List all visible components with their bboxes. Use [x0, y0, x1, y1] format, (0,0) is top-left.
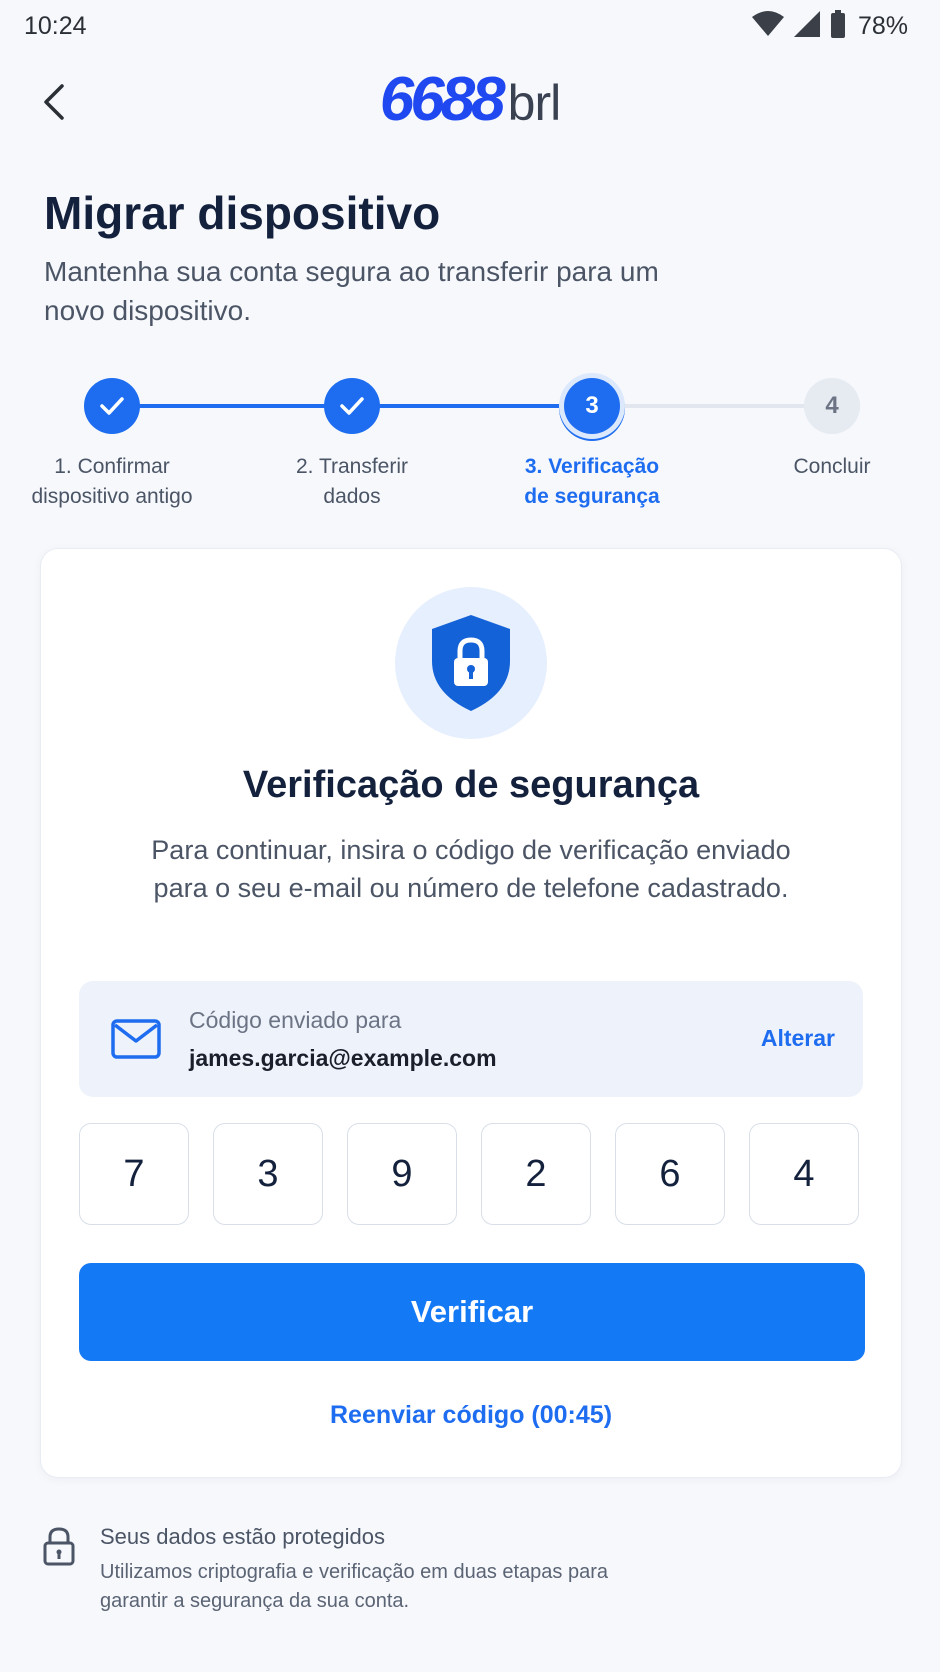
shield-lock-icon: [432, 615, 510, 711]
sent-to-label: Código enviado para: [189, 1007, 402, 1033]
check-icon: [100, 397, 124, 415]
logo-suffix: brl: [507, 75, 562, 131]
page-title: Migrar dispositivo: [44, 187, 441, 239]
code-digit-2[interactable]: 3: [213, 1123, 323, 1225]
step-2-label: 2. Transferir dados: [295, 455, 409, 508]
status-time: 10:24: [24, 12, 87, 40]
card-description: Para continuar, insira o código de verif…: [151, 835, 791, 903]
code-digit-6[interactable]: 4: [749, 1123, 859, 1225]
signal-icon: [793, 11, 820, 42]
battery-icon: [830, 10, 846, 43]
security-note-text: Utilizamos criptografia e verificação em…: [100, 1561, 609, 1612]
step-1-label: 1. Confirmar dispositivo antigo: [31, 455, 193, 508]
progress-stepper: 1. Confirmar dispositivo antigo 2. Trans…: [0, 370, 940, 510]
shield-badge: [395, 587, 547, 739]
verification-code-inputs: 7 3 9 2 6 4: [79, 1123, 865, 1227]
step-1-marker: [84, 378, 140, 434]
status-icons: 78%: [751, 10, 908, 43]
step-complete: 4 Concluir: [702, 370, 940, 482]
resend-code-link[interactable]: Reenviar código (00:45): [41, 1401, 901, 1430]
sent-to-email: james.garcia@example.com: [189, 1045, 497, 1071]
security-note-title: Seus dados estão protegidos: [100, 1524, 385, 1549]
verification-card: Verificação de segurança Para continuar,…: [40, 548, 902, 1478]
lock-icon: [43, 1527, 75, 1566]
step-transfer-data: 2. Transferir dados: [222, 370, 482, 512]
mail-icon: [111, 1019, 161, 1059]
code-digit-5[interactable]: 6: [615, 1123, 725, 1225]
check-icon: [340, 397, 364, 415]
wifi-icon: [751, 11, 784, 42]
code-destination-box: Código enviado para james.garcia@example…: [79, 981, 863, 1097]
step-3-marker: 3: [564, 378, 620, 434]
verify-button[interactable]: Verificar: [79, 1263, 865, 1361]
step-security-verification: 3 3. Verificação de segurança: [462, 370, 722, 512]
logo-number: 6688: [379, 65, 506, 134]
status-bar: 10:24 78%: [0, 0, 940, 54]
step-4-label: Concluir: [793, 455, 871, 478]
page-subtitle: Mantenha sua conta segura ao transferir …: [44, 256, 659, 326]
code-digit-3[interactable]: 9: [347, 1123, 457, 1225]
step-4-marker: 4: [804, 378, 860, 434]
step-3-label: 3. Verificação de segurança: [524, 455, 660, 508]
battery-percentage: 78%: [857, 12, 908, 40]
step-confirm-old-device: 1. Confirmar dispositivo antigo: [0, 370, 242, 512]
code-digit-4[interactable]: 2: [481, 1123, 591, 1225]
brand-logo: 6688 brl: [0, 64, 940, 135]
code-digit-1[interactable]: 7: [79, 1123, 189, 1225]
step-2-marker: [324, 378, 380, 434]
card-title: Verificação de segurança: [242, 764, 700, 806]
change-destination-link[interactable]: Alterar: [761, 1025, 835, 1052]
